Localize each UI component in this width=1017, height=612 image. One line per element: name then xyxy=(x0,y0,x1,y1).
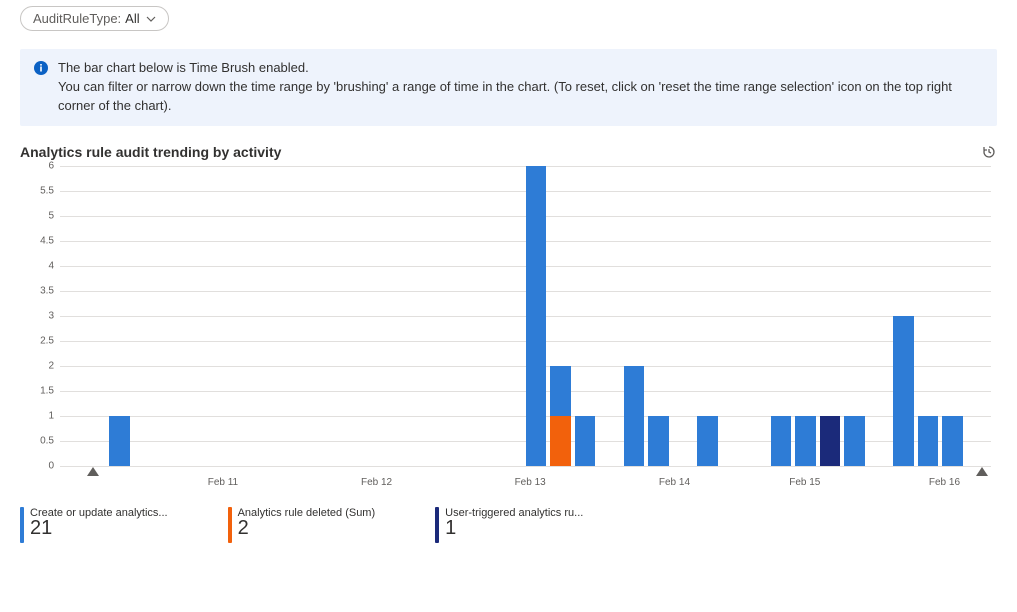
bar-segment-trigger xyxy=(820,416,841,466)
legend-swatch-delete xyxy=(228,507,232,543)
y-tick-label: 6 xyxy=(20,160,54,171)
bar-segment-create xyxy=(624,366,645,466)
y-tick-label: 3.5 xyxy=(20,285,54,296)
legend-total-create: 21 xyxy=(30,517,168,540)
x-tick-label: Feb 15 xyxy=(789,477,820,488)
bar-segment-create xyxy=(942,416,963,466)
legend-swatch-create xyxy=(20,507,24,543)
y-tick-label: 3 xyxy=(20,310,54,321)
bar-segment-create xyxy=(550,366,571,416)
y-tick-label: 1.5 xyxy=(20,385,54,396)
y-tick-label: 2.5 xyxy=(20,335,54,346)
bar-segment-create xyxy=(697,416,718,466)
y-tick-label: 0 xyxy=(20,460,54,471)
brush-handle-left[interactable] xyxy=(87,467,99,476)
legend-total-delete: 2 xyxy=(238,517,376,540)
legend-swatch-trigger xyxy=(435,507,439,543)
bar-segment-create xyxy=(575,416,596,466)
info-banner: The bar chart below is Time Brush enable… xyxy=(20,49,997,126)
bar-segment-create xyxy=(648,416,669,466)
y-tick-label: 4 xyxy=(20,260,54,271)
bar-segment-create xyxy=(893,316,914,466)
y-tick-label: 2 xyxy=(20,360,54,371)
legend-item-create[interactable]: Create or update analytics... 21 xyxy=(20,507,168,543)
bar-segment-delete xyxy=(550,416,571,466)
info-text: The bar chart below is Time Brush enable… xyxy=(58,59,983,116)
bar-segment-create xyxy=(526,166,547,466)
filter-audit-rule-type[interactable]: AuditRuleType: All xyxy=(20,6,169,31)
bar-segment-create xyxy=(844,416,865,466)
chart-title: Analytics rule audit trending by activit… xyxy=(20,144,281,160)
x-tick-label: Feb 12 xyxy=(361,477,392,488)
y-tick-label: 5.5 xyxy=(20,185,54,196)
info-line-2: You can filter or narrow down the time r… xyxy=(58,78,983,116)
chevron-down-icon xyxy=(146,14,156,24)
info-line-1: The bar chart below is Time Brush enable… xyxy=(58,59,983,78)
y-tick-label: 4.5 xyxy=(20,235,54,246)
legend-item-trigger[interactable]: User-triggered analytics ru... 1 xyxy=(435,507,583,543)
brush-handle-right[interactable] xyxy=(976,467,988,476)
bar-segment-create xyxy=(771,416,792,466)
x-tick-label: Feb 16 xyxy=(929,477,960,488)
x-tick-label: Feb 13 xyxy=(515,477,546,488)
legend-total-trigger: 1 xyxy=(445,517,583,540)
y-tick-label: 0.5 xyxy=(20,435,54,446)
info-icon xyxy=(34,61,48,75)
x-tick-label: Feb 14 xyxy=(659,477,690,488)
x-tick-label: Feb 11 xyxy=(208,477,238,488)
filter-label: AuditRuleType: xyxy=(33,11,121,26)
reset-time-range-icon[interactable] xyxy=(981,144,997,160)
chart-legend: Create or update analytics... 21 Analyti… xyxy=(20,507,997,543)
bar-segment-create xyxy=(795,416,816,466)
bar-segment-create xyxy=(109,416,130,466)
legend-item-delete[interactable]: Analytics rule deleted (Sum) 2 xyxy=(228,507,376,543)
time-brush-chart[interactable]: 00.511.522.533.544.555.56 xyxy=(60,166,991,467)
y-tick-label: 5 xyxy=(20,210,54,221)
filter-value: All xyxy=(125,11,139,26)
y-tick-label: 1 xyxy=(20,410,54,421)
bar-segment-create xyxy=(918,416,939,466)
